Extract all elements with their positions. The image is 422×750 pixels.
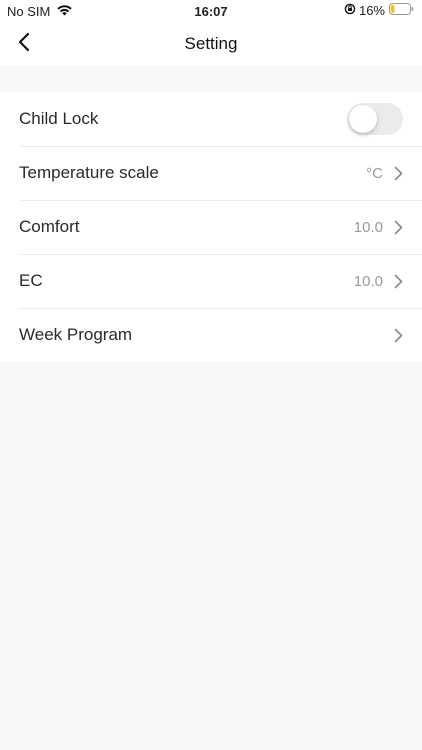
setting-row-comfort[interactable]: Comfort 10.0 [0, 200, 422, 254]
battery-icon [389, 3, 414, 18]
status-right: 16% [344, 3, 414, 18]
toggle-knob [349, 105, 377, 133]
setting-row-ec[interactable]: EC 10.0 [0, 254, 422, 308]
settings-list: Child Lock Temperature scale °C Comfort … [0, 92, 422, 362]
orientation-lock-icon [344, 3, 356, 18]
setting-label: Week Program [19, 325, 133, 344]
setting-label: EC [19, 271, 43, 290]
status-bar: No SIM 16:07 16% [0, 0, 422, 22]
setting-row-child-lock[interactable]: Child Lock [0, 92, 422, 146]
setting-label: Comfort [19, 217, 80, 236]
setting-row-week-program[interactable]: Week Program [0, 308, 422, 362]
child-lock-toggle[interactable] [347, 103, 403, 135]
setting-label: Child Lock [19, 109, 99, 128]
chevron-right-icon [393, 165, 403, 181]
navigation-bar: Setting [0, 22, 422, 66]
page-title: Setting [184, 34, 238, 53]
chevron-right-icon [393, 327, 403, 343]
setting-value: 10.0 [353, 272, 383, 290]
chevron-right-icon [393, 219, 403, 235]
setting-row-temperature-scale[interactable]: Temperature scale °C [0, 146, 422, 200]
setting-label: Temperature scale [19, 163, 159, 182]
chevron-right-icon [393, 273, 403, 289]
setting-value: 10.0 [353, 218, 383, 236]
setting-value: °C [366, 164, 383, 182]
battery-percent: 16% [358, 3, 385, 18]
